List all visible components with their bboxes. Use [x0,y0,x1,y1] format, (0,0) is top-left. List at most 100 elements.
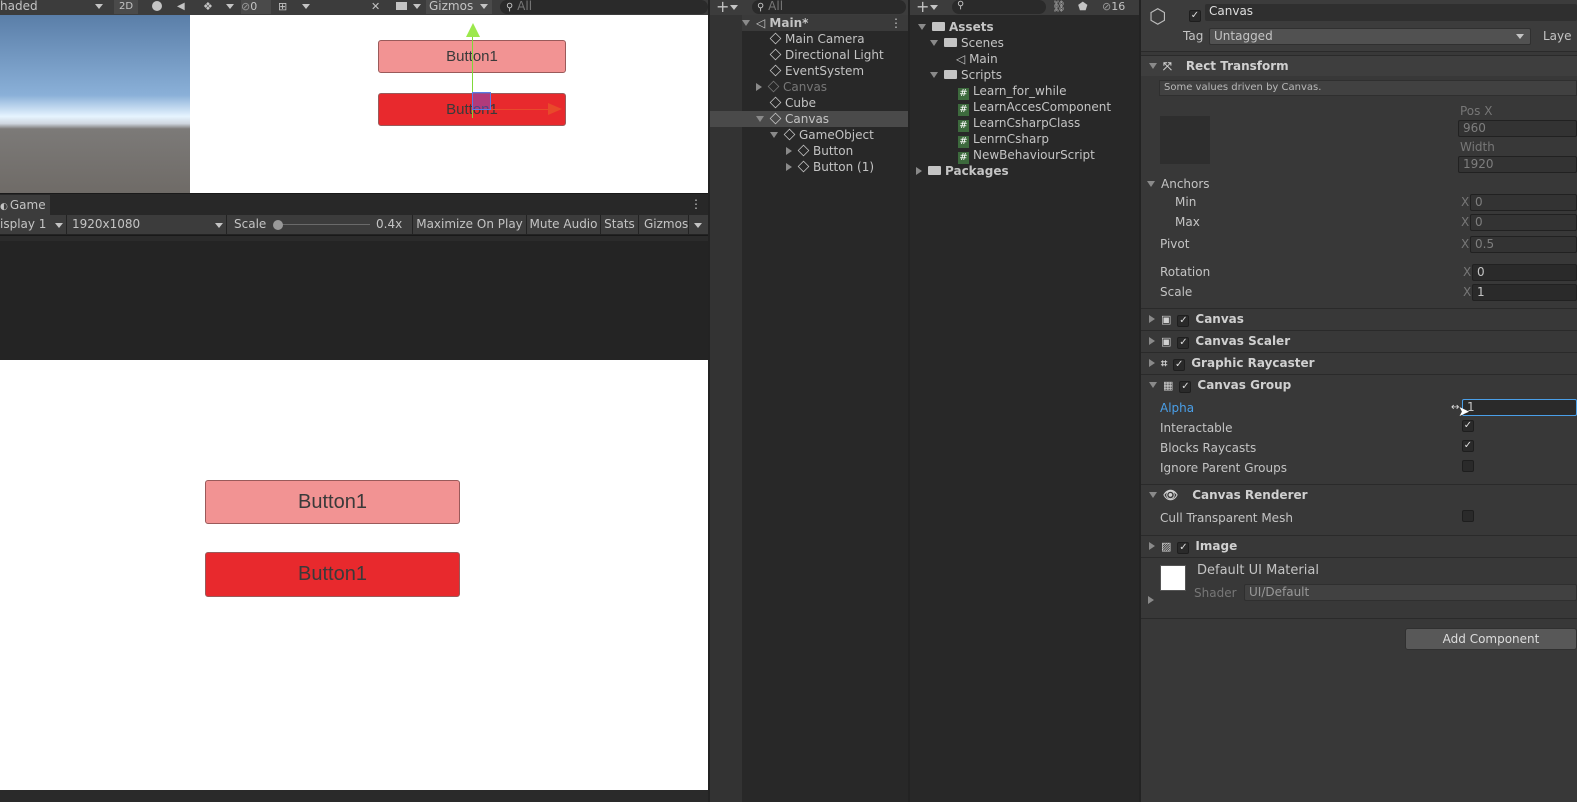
expand-arrow-icon[interactable] [930,72,938,78]
project-item-script[interactable]: # LearnAccesComponent [958,99,1111,116]
scale-x-field[interactable]: 1 [1472,284,1577,301]
width-field[interactable]: 1920 [1458,156,1577,173]
game-viewport[interactable]: Button1 Button1 [0,360,708,790]
hidden-packages-button[interactable]: ⊘16 [1102,0,1125,13]
expand-arrow-icon[interactable] [1147,181,1155,187]
project-item-script[interactable]: # Learn_for_while [958,83,1067,100]
graphic-raycaster-enabled-checkbox[interactable]: ✓ [1173,359,1186,371]
hierarchy-item-cube[interactable]: Cube [769,95,816,111]
shader-dropdown[interactable]: UI/Default [1244,584,1577,601]
hierarchy-item-gameobject[interactable]: GameObject [770,127,874,143]
resolution-dropdown[interactable]: 1920x1080 [66,215,226,234]
hierarchy-item-eventsystem[interactable]: EventSystem [769,63,864,79]
expand-arrow-icon[interactable] [770,132,778,138]
game-button-bottom[interactable]: Button1 [205,552,460,597]
more-options-icon[interactable]: ⋮ [690,197,702,211]
collapse-arrow-icon[interactable] [1149,337,1155,345]
project-item-assets[interactable]: Assets [918,19,994,35]
collapse-arrow-icon[interactable] [786,163,792,171]
tag-dropdown[interactable]: Untagged [1209,28,1531,45]
move-gizmo-x-arrow-icon[interactable] [548,103,562,115]
project-search-input[interactable]: ⚲ [952,0,1046,14]
scale-slider-track[interactable] [278,224,370,225]
expand-arrow-icon[interactable] [756,116,764,122]
gizmos-button[interactable]: Gizmos [426,0,476,14]
active-checkbox[interactable]: ✓ [1189,7,1201,22]
rect-transform-header[interactable]: ⤧ Rect Transform [1141,55,1577,76]
grid-chevron-down-icon[interactable] [302,4,310,9]
expand-arrow-icon[interactable] [1149,382,1157,388]
scene-visibility-button[interactable]: ⊘0 [241,0,271,14]
expand-arrow-icon[interactable] [742,20,750,26]
object-name-input[interactable]: Canvas [1205,4,1577,21]
project-item-script[interactable]: # NewBehaviourScript [958,147,1095,164]
camera-chevron-down-icon[interactable] [413,4,421,9]
anchor-min-x-field[interactable]: 0 [1470,194,1577,211]
canvas-component-header[interactable]: ▣ ✓ Canvas [1141,308,1577,329]
rotation-x-field[interactable]: 0 [1472,264,1577,281]
collapse-arrow-icon[interactable] [1149,542,1155,550]
2d-toggle-button[interactable]: 2D [114,0,138,14]
canvas-scaler-header[interactable]: ▣ ✓ Canvas Scaler [1141,330,1577,351]
scene-menu-icon[interactable]: ⋮ [890,15,902,31]
shading-dropdown[interactable]: haded [0,0,38,13]
canvas-group-enabled-checkbox[interactable]: ✓ [1179,381,1192,393]
project-item-packages[interactable]: Packages [916,163,1009,179]
canvas-scaler-enabled-checkbox[interactable]: ✓ [1177,337,1190,349]
expand-arrow-icon[interactable] [1149,63,1157,69]
scene-row[interactable]: ◁ Main* ⋮ [742,15,908,31]
pos-x-field[interactable]: 960 [1458,120,1577,137]
expand-arrow-icon[interactable] [930,40,938,46]
hierarchy-item-canvas-disabled[interactable]: Canvas [756,79,827,95]
add-icon[interactable]: + [716,0,729,16]
alpha-label[interactable]: Alpha [1160,401,1194,415]
image-enabled-checkbox[interactable]: ✓ [1177,542,1190,554]
shading-chevron-down-icon[interactable] [95,4,103,9]
effects-chevron-down-icon[interactable] [226,4,234,9]
material-foldout-arrow-icon[interactable] [1148,596,1154,604]
blocks-raycasts-checkbox[interactable]: ✓ [1462,440,1474,452]
search-by-type-icon[interactable]: ⛓ [1052,0,1066,13]
cull-transparent-mesh-checkbox[interactable] [1462,510,1474,522]
collapse-arrow-icon[interactable] [916,167,922,175]
project-item-script[interactable]: # LearnCsharpClass [958,115,1080,132]
project-item-main-scene[interactable]: ◁ Main [956,51,998,67]
scale-slider-handle[interactable] [273,220,283,230]
tab-game[interactable]: ◐ Game [0,195,50,216]
pivot-x-field[interactable]: 0.5 [1470,236,1577,253]
collapse-arrow-icon[interactable] [786,147,792,155]
lighting-icon[interactable] [152,1,162,11]
hierarchy-item-canvas-selected[interactable]: Canvas [710,111,908,127]
mute-audio-button[interactable]: Mute Audio [526,215,600,234]
game-button-top[interactable]: Button1 [205,480,460,524]
hierarchy-item-directional-light[interactable]: Directional Light [769,47,884,63]
label-icon[interactable]: ⬟ [1078,0,1088,13]
create-icon[interactable]: + [916,0,929,16]
stats-button[interactable]: Stats [600,215,638,234]
canvas-enabled-checkbox[interactable]: ✓ [1177,315,1190,327]
move-gizmo-plane-handle[interactable] [472,92,491,110]
anchor-presets-button[interactable] [1160,116,1210,164]
collapse-arrow-icon[interactable] [756,83,762,91]
expand-arrow-icon[interactable] [918,24,926,30]
project-item-scenes[interactable]: Scenes [930,35,1004,51]
gizmos-dropdown[interactable] [476,0,492,14]
anchors-foldout[interactable]: Anchors [1147,176,1210,192]
scene-viewport[interactable]: Button1 Button1 [0,15,708,193]
canvas-group-header[interactable]: ▦ ✓ Canvas Group [1141,374,1577,395]
hierarchy-item-button-1[interactable]: Button (1) [786,159,874,175]
collapse-arrow-icon[interactable] [1149,359,1155,367]
interactable-checkbox[interactable]: ✓ [1462,420,1474,432]
alpha-input[interactable]: 1 [1462,399,1577,416]
ignore-parent-groups-checkbox[interactable] [1462,460,1474,472]
hierarchy-item-button[interactable]: Button [786,143,853,159]
tools-icon[interactable]: ✕ [371,0,380,13]
image-component-header[interactable]: ▨ ✓ Image [1141,535,1577,556]
game-gizmos-button[interactable]: Gizmos [638,215,688,234]
effects-icon[interactable]: ❖ [203,0,213,13]
add-component-button[interactable]: Add Component [1405,628,1577,650]
move-gizmo-y-arrow-icon[interactable] [466,23,480,37]
hierarchy-item-main-camera[interactable]: Main Camera [769,31,865,47]
canvas-renderer-header[interactable]: 👁 Canvas Renderer [1141,484,1577,505]
project-item-script[interactable]: # LenrnCsharp [958,131,1049,148]
